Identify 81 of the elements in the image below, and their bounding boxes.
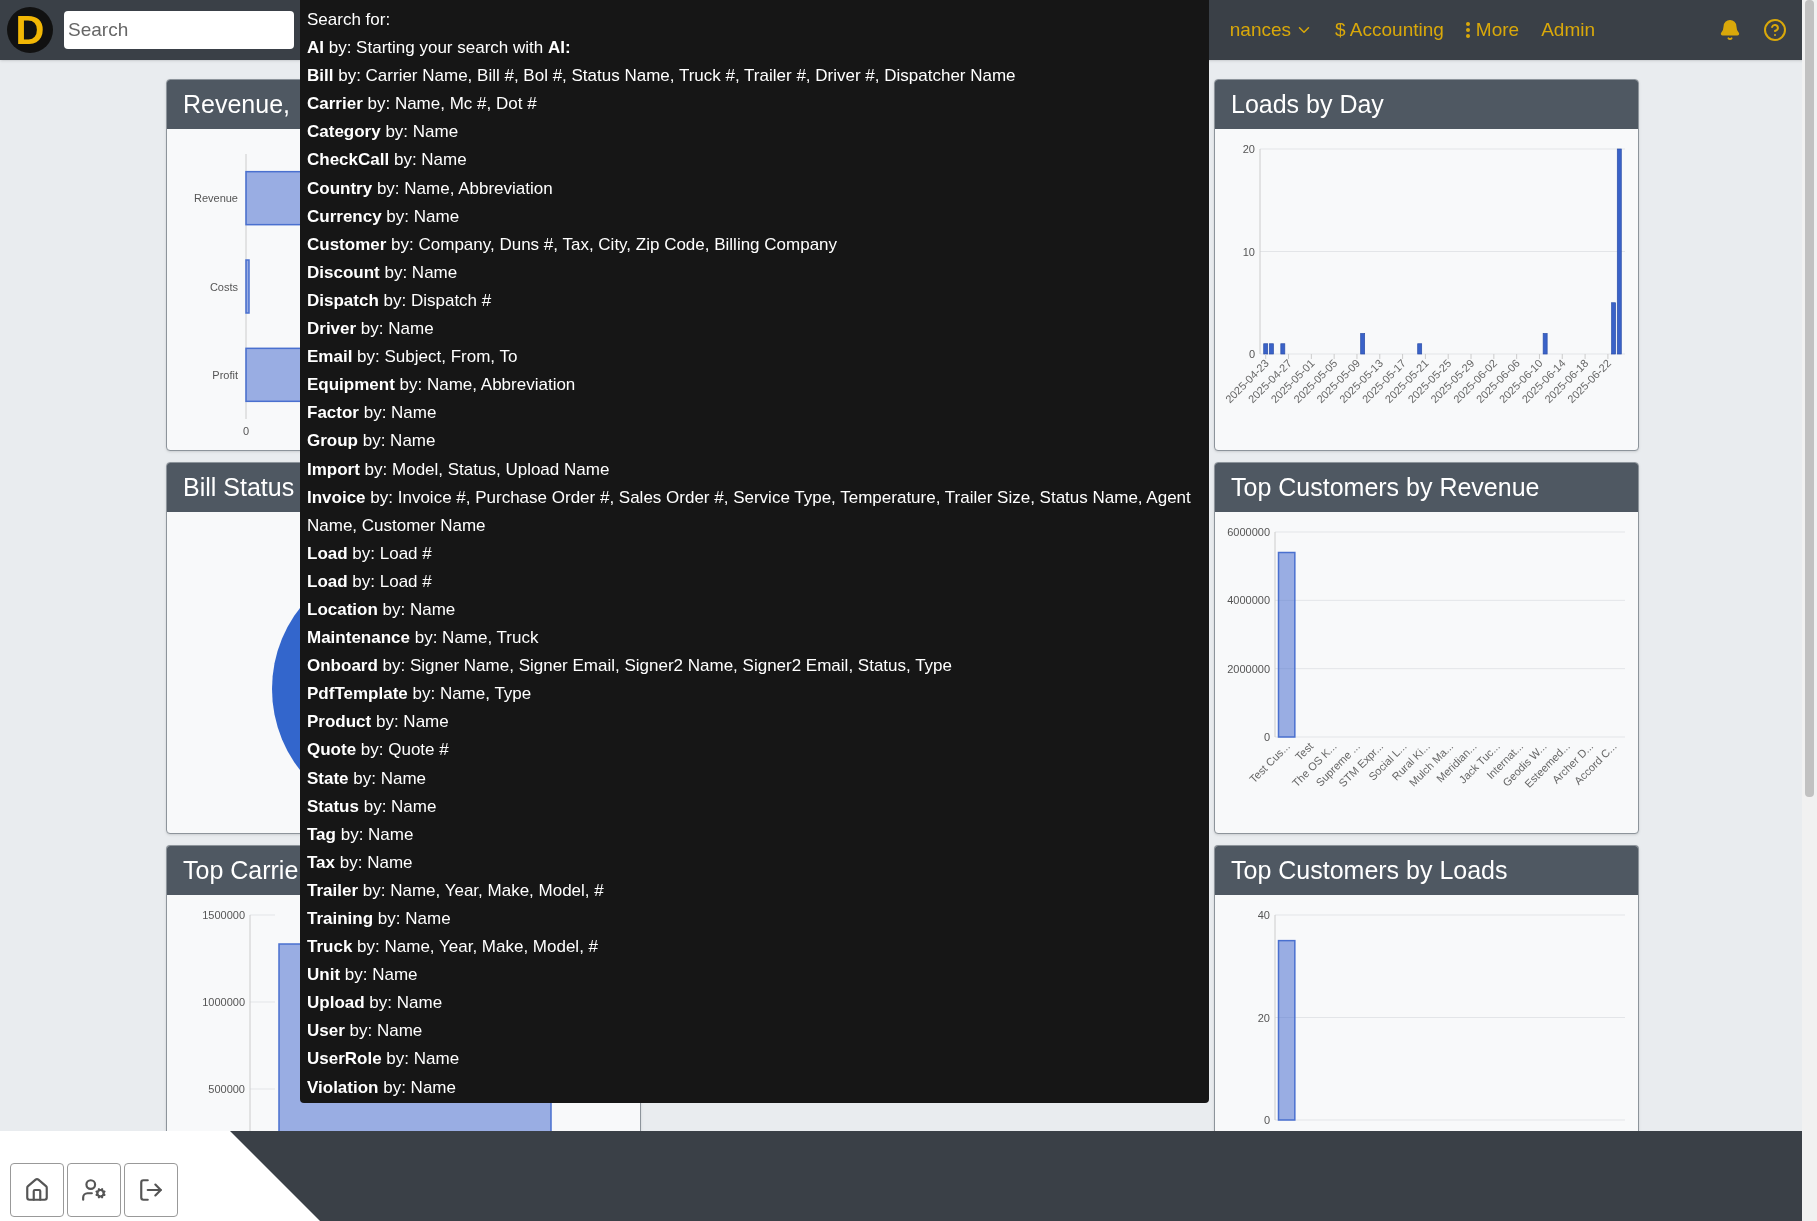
search-hint: Unit by: Name bbox=[307, 964, 419, 987]
search-hint: State by: Name bbox=[307, 767, 428, 790]
bar bbox=[1542, 333, 1548, 355]
card-title: Loads by Day bbox=[1231, 88, 1384, 120]
search-hint: Trailer by: Name, Year, Make, Model, # bbox=[307, 879, 605, 902]
search-hint: Category by: Name bbox=[307, 121, 460, 144]
search-hint: Load by: Load # bbox=[307, 570, 433, 593]
card-title: Top Customers by Revenue bbox=[1231, 471, 1540, 503]
more-icon bbox=[1465, 22, 1470, 38]
nav-menu[interactable]: More bbox=[1465, 15, 1520, 45]
tick-label: 40 bbox=[1257, 909, 1270, 921]
axis-label: Profit bbox=[212, 368, 238, 381]
tick-label: 10 bbox=[1242, 245, 1255, 258]
search-hint: Customer by: Company, Duns #, Tax, City, Zip Code, Billing Company bbox=[307, 233, 839, 256]
bar-drawing bbox=[245, 259, 250, 314]
scrollbar[interactable] bbox=[1802, 0, 1817, 1221]
tick-label: 1500000 bbox=[202, 909, 245, 921]
search-hint: Equipment by: Name, Abbreviation bbox=[307, 374, 577, 397]
search-hint: Maintenance by: Name, Truck bbox=[307, 627, 540, 650]
search-hint: Bill by: Carrier Name, Bill #, Bol #, Status Name, Truck #, Trailer #, Driver #, Dispatcher Name bbox=[307, 65, 1017, 88]
bell-icon[interactable] bbox=[1719, 19, 1741, 41]
search-hint: Violation by: Name bbox=[307, 1076, 457, 1099]
search-hint: Tag by: Name bbox=[307, 823, 415, 846]
house-icon bbox=[24, 1177, 50, 1203]
card-title: Top Carrie bbox=[183, 854, 299, 886]
card-title: Revenue, bbox=[183, 88, 291, 120]
search-hint: Training by: Name bbox=[307, 908, 452, 930]
search-hint: CheckCall by: Name bbox=[307, 149, 468, 172]
search-hint: Onboard by: Signer Name, Signer Email, Signer2 Name, Signer2 Email, Status, Type bbox=[307, 655, 954, 678]
search-field[interactable]: Search bbox=[64, 11, 294, 49]
nav-link[interactable]: $ Accounting bbox=[1335, 15, 1444, 45]
search-hint: Group by: Name bbox=[307, 430, 437, 453]
scrollbar-thumb[interactable] bbox=[1805, 0, 1814, 797]
tick-label: 0 bbox=[1263, 731, 1270, 743]
search-hint: Quote by: Quote # bbox=[307, 739, 450, 762]
home-settings-button[interactable] bbox=[10, 1163, 64, 1217]
tick-label: 4000000 bbox=[1227, 594, 1270, 607]
user-settings-button[interactable] bbox=[67, 1163, 121, 1217]
bar bbox=[1280, 343, 1286, 355]
search-hint: Driver by: Name bbox=[307, 318, 435, 341]
nav-link[interactable]: Admin bbox=[1541, 15, 1595, 45]
card-title: Bill Status bbox=[183, 471, 295, 503]
search-hint: Truck by: Name, Year, Make, Model, # bbox=[307, 936, 600, 959]
logout-button[interactable] bbox=[124, 1163, 178, 1217]
search-hint: AI by: Starting your search with AI: bbox=[307, 37, 572, 60]
search-hint: Discount by: Name bbox=[307, 261, 459, 284]
search-hint: Dispatch by: Dispatch # bbox=[307, 289, 493, 312]
tick-label: 0 bbox=[242, 425, 250, 437]
user-gear-icon bbox=[81, 1177, 107, 1203]
search-hint: Factor by: Name bbox=[307, 402, 438, 425]
search-hint: Country by: Name, Abbreviation bbox=[307, 177, 554, 200]
search-hint: Location by: Name bbox=[307, 598, 457, 621]
search-hint: Tax by: Name bbox=[307, 851, 414, 874]
logout-icon bbox=[138, 1177, 164, 1203]
search-hint: Currency by: Name bbox=[307, 205, 461, 228]
tick-label: 0 bbox=[1263, 1114, 1270, 1126]
tick-label: 20 bbox=[1242, 143, 1255, 155]
help-icon[interactable] bbox=[1763, 18, 1787, 42]
search-hint: PdfTemplate by: Name, Type bbox=[307, 683, 533, 706]
nav-menu[interactable]: nances bbox=[1229, 15, 1314, 45]
bar bbox=[1360, 333, 1365, 355]
search-hint: Product by: Name bbox=[307, 711, 450, 734]
search-hint: UserRole by: Name bbox=[307, 1048, 461, 1071]
search-hint: User by: Name bbox=[307, 1020, 424, 1043]
search-hint: Status by: Name bbox=[307, 795, 438, 818]
tick-label: 6000000 bbox=[1227, 526, 1270, 538]
tick-label: 1000000 bbox=[202, 996, 245, 1008]
tick-label: 0 bbox=[1248, 348, 1255, 360]
search-hint: Upload by: Name bbox=[307, 992, 444, 1015]
tooltip-heading: Search for: bbox=[307, 9, 392, 31]
search-hint: Load by: Load # bbox=[307, 542, 433, 565]
search-hint: Import by: Model, Status, Upload Name bbox=[307, 458, 611, 481]
bar bbox=[1417, 343, 1423, 355]
tick-label: 2000000 bbox=[1227, 662, 1270, 675]
search-hint: Email by: Subject, From, To bbox=[307, 346, 519, 369]
search-hint: Carrier by: Name, Mc #, Dot # bbox=[307, 93, 538, 116]
axis-label: Costs bbox=[209, 280, 238, 293]
axis-label: Revenue bbox=[193, 192, 238, 205]
card-title: Top Customers by Loads bbox=[1231, 854, 1508, 886]
tick-label: 500000 bbox=[208, 1083, 245, 1095]
tick-label: 20 bbox=[1257, 1011, 1270, 1024]
